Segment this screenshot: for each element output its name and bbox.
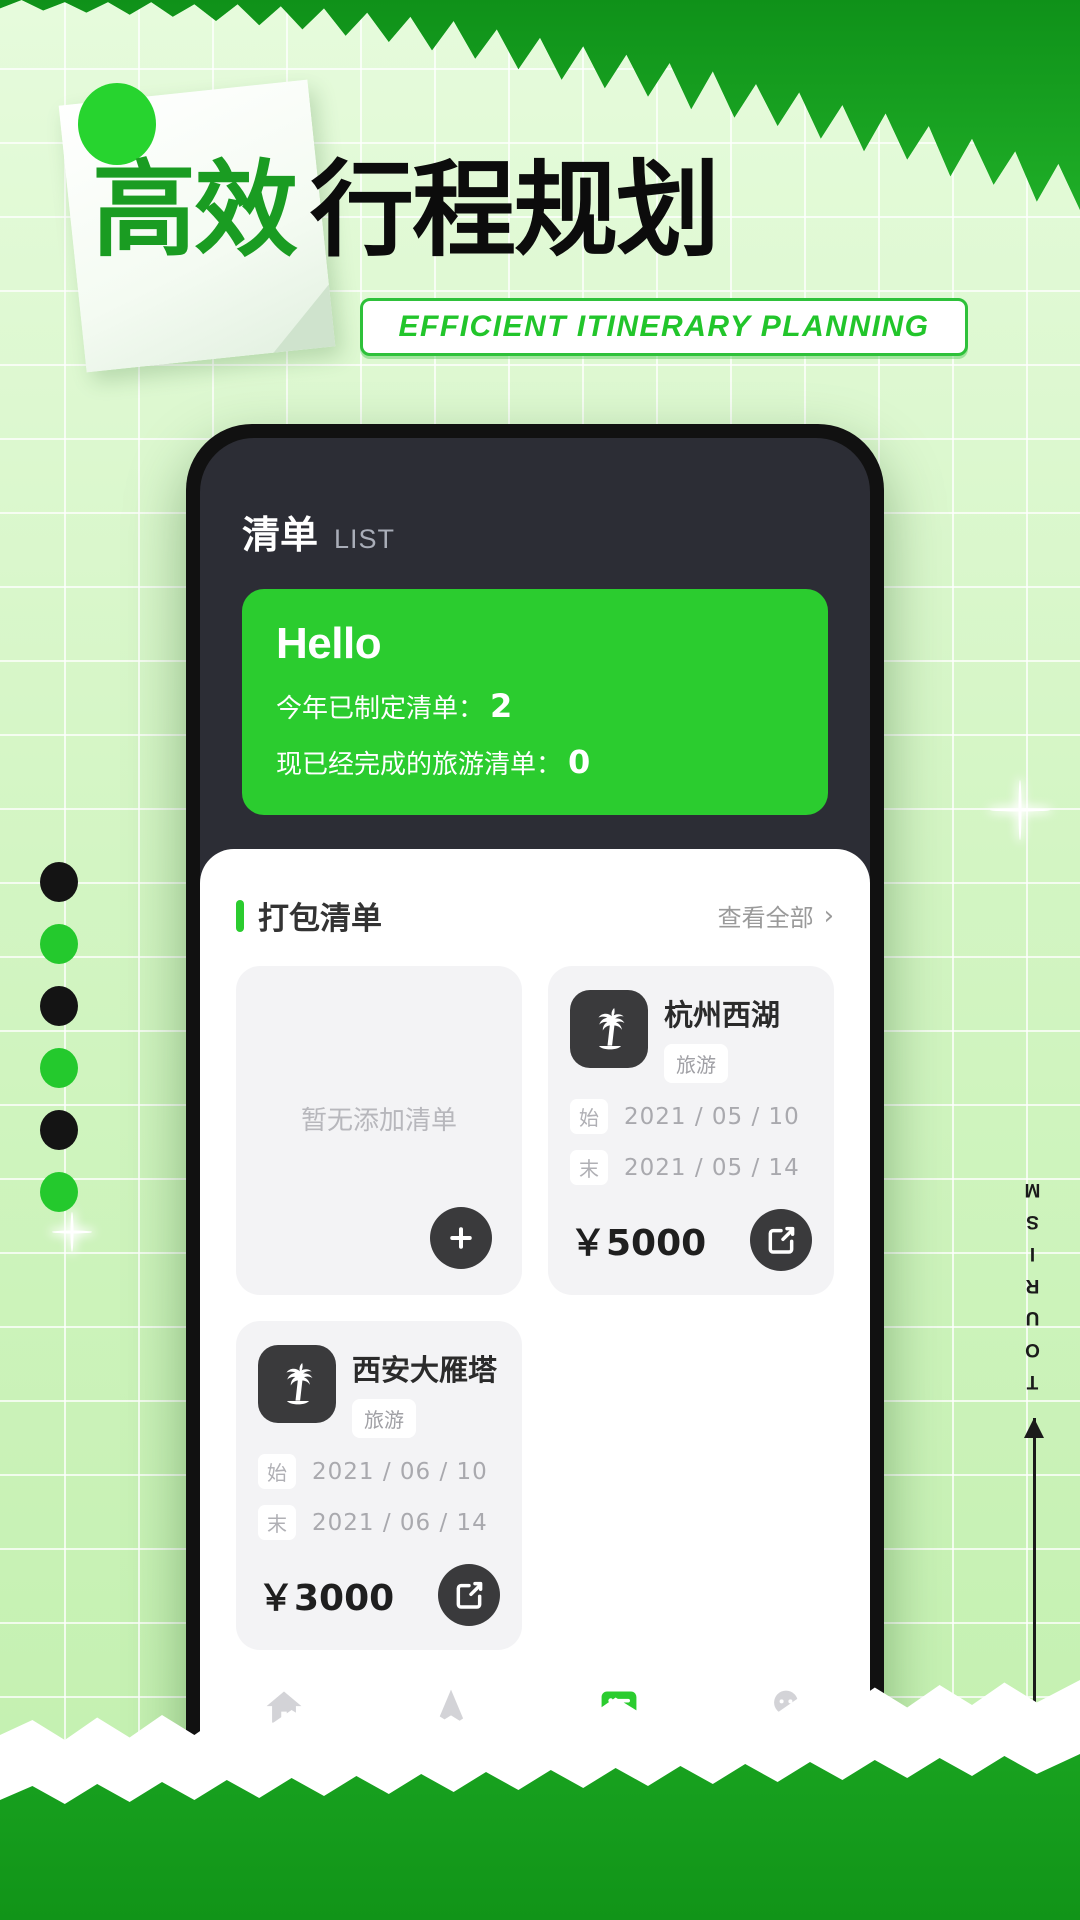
start-date-value: 2021 / 06 / 10 — [312, 1458, 488, 1485]
trip-price: ￥3000 — [258, 1578, 395, 1619]
start-date-value: 2021 / 05 / 10 — [624, 1103, 800, 1130]
trip-thumbnail — [570, 990, 648, 1068]
decoration-dot — [40, 1172, 78, 1212]
decoration-dot — [40, 986, 78, 1026]
edit-trip-button[interactable] — [750, 1209, 812, 1271]
edit-square-icon — [456, 1581, 483, 1609]
edit-square-icon — [768, 1226, 795, 1254]
subtitle-text: EFFICIENT ITINERARY PLANNING — [398, 310, 930, 343]
stat-label-created: 今年已制定清单： — [276, 694, 485, 724]
stat-row-created: 今年已制定清单： 2 — [276, 687, 794, 725]
trip-price-row: ￥5000 — [570, 1209, 812, 1271]
trip-price-row: ￥3000 — [258, 1564, 500, 1626]
trip-tag: 旅游 — [352, 1399, 416, 1438]
end-date-label: 末 — [570, 1150, 608, 1185]
empty-list-card[interactable]: 暂无添加清单 — [236, 966, 522, 1295]
phone-mockup: 清单 LIST Hello 今年已制定清单： 2 现已经完成的旅游清单： 0 打… — [186, 424, 884, 1824]
phone-screen: 清单 LIST Hello 今年已制定清单： 2 现已经完成的旅游清单： 0 打… — [200, 438, 870, 1810]
decoration-dot — [40, 862, 78, 902]
trip-price: ￥5000 — [570, 1223, 707, 1264]
stat-row-completed: 现已经完成的旅游清单： 0 — [276, 743, 794, 781]
trip-end-row: 末 2021 / 06 / 14 — [258, 1505, 500, 1540]
hello-card: Hello 今年已制定清单： 2 现已经完成的旅游清单： 0 — [242, 589, 828, 815]
headline-green: 高效 — [92, 149, 298, 271]
trip-tag: 旅游 — [664, 1044, 728, 1083]
trip-name: 西安大雁塔 — [352, 1353, 498, 1387]
trip-title-wrap: 西安大雁塔 旅游 — [352, 1345, 497, 1438]
decoration-dot — [40, 1048, 78, 1088]
section-accent-bar — [236, 899, 244, 932]
trip-card[interactable]: 杭州西湖 旅游 始 2021 / 05 / 10 末 2021 / 05 / 1… — [548, 966, 834, 1295]
section-header: 打包清单 查看全部 › — [236, 893, 834, 938]
edit-trip-button[interactable] — [438, 1564, 500, 1626]
trip-thumbnail — [258, 1345, 336, 1423]
trip-card-top: 西安大雁塔 旅游 — [258, 1345, 500, 1438]
trip-start-row: 始 2021 / 05 / 10 — [570, 1099, 812, 1134]
hello-greeting: Hello — [276, 619, 382, 668]
app-title-en: LIST — [334, 524, 396, 554]
status-bar-spacer — [200, 438, 870, 488]
see-all-button[interactable]: 查看全部 › — [718, 898, 834, 933]
content-sheet: 打包清单 查看全部 › 暂无添加清单 杭州西湖 旅游 始 2021 / 05 /… — [200, 849, 870, 1810]
trip-card[interactable]: 西安大雁塔 旅游 始 2021 / 06 / 10 末 2021 / 06 / … — [236, 1321, 522, 1650]
palm-tree-icon — [598, 1008, 625, 1050]
page-title: 高效 行程规划 — [92, 155, 892, 265]
stat-value-created: 2 — [490, 687, 513, 725]
start-date-label: 始 — [258, 1454, 296, 1489]
decoration-dot — [40, 1110, 78, 1150]
app-title-cn: 清单 — [242, 513, 319, 557]
trip-end-row: 末 2021 / 05 / 14 — [570, 1150, 812, 1185]
stat-value-completed: 0 — [568, 743, 591, 781]
palm-tree-icon — [286, 1363, 313, 1405]
empty-list-text: 暂无添加清单 — [300, 1106, 457, 1136]
chevron-right-icon: › — [823, 900, 834, 931]
start-date-label: 始 — [570, 1099, 608, 1134]
subtitle-banner: EFFICIENT ITINERARY PLANNING — [360, 298, 968, 356]
add-list-button[interactable] — [430, 1207, 492, 1269]
trip-start-row: 始 2021 / 06 / 10 — [258, 1454, 500, 1489]
end-date-value: 2021 / 06 / 14 — [312, 1509, 488, 1536]
trip-card-grid: 暂无添加清单 杭州西湖 旅游 始 2021 / 05 / 10 末 2021 /… — [236, 966, 834, 1650]
decoration-dot — [40, 924, 78, 964]
trip-title-wrap: 杭州西湖 旅游 — [664, 990, 780, 1083]
headline-black: 行程规划 — [310, 149, 720, 271]
see-all-label: 查看全部 — [717, 904, 814, 932]
end-date-value: 2021 / 05 / 14 — [624, 1154, 800, 1181]
trip-name: 杭州西湖 — [664, 998, 781, 1032]
dot-decoration-column — [40, 862, 78, 1212]
end-date-label: 末 — [258, 1505, 296, 1540]
vertical-tourism-label: TOURISM — [1022, 1168, 1043, 1392]
trip-card-top: 杭州西湖 旅游 — [570, 990, 812, 1083]
stat-label-completed: 现已经完成的旅游清单： — [276, 750, 563, 780]
section-title: 打包清单 — [236, 893, 382, 938]
plus-icon — [450, 1227, 472, 1249]
section-title-text: 打包清单 — [258, 901, 382, 937]
app-header: 清单 LIST — [200, 488, 870, 559]
